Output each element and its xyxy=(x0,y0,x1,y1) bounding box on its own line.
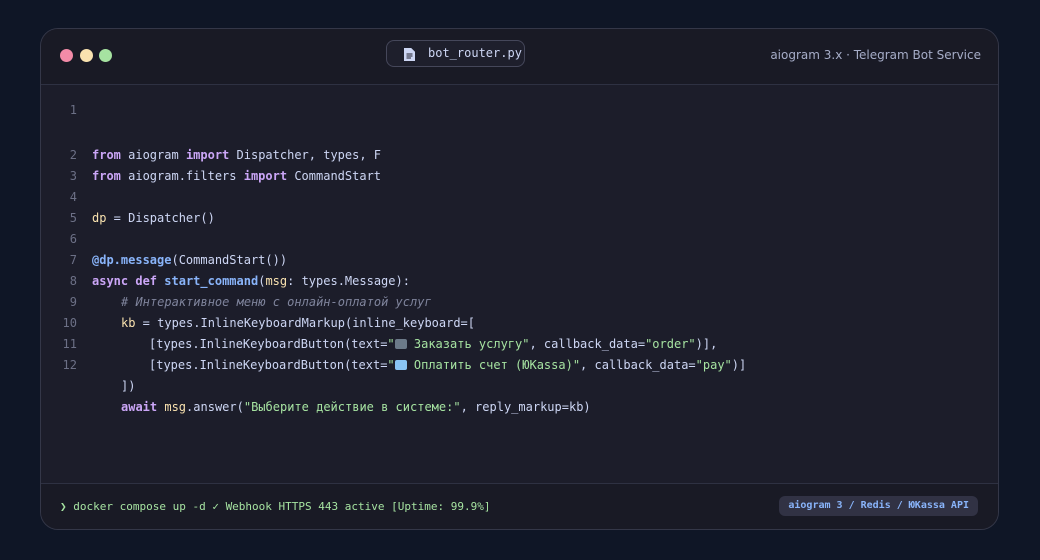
code-window: bot_router.py aiogram 3.x · Telegram Bot… xyxy=(40,28,999,530)
close-button[interactable] xyxy=(60,49,73,62)
code-line: 7 @dp.message(CommandStart()) xyxy=(41,251,998,271)
code-line: 3 from aiogram.filters import CommandSta… xyxy=(41,167,998,187)
shopping-cart-icon xyxy=(394,339,407,349)
code-token: [types.InlineKeyboardButton(text= xyxy=(149,337,388,351)
file-tab[interactable]: bot_router.py xyxy=(386,40,525,67)
code-token: aiogram xyxy=(120,148,186,162)
tab-filename: bot_router.py xyxy=(428,46,522,60)
keyword: import xyxy=(243,169,288,183)
code-token: )], xyxy=(695,337,718,351)
variable: kb xyxy=(121,316,136,330)
window-subtitle: aiogram 3.x · Telegram Bot Service xyxy=(770,48,981,62)
variable: msg xyxy=(164,400,187,414)
string-literal: "pay" xyxy=(695,358,732,372)
code-token: , callback_data= xyxy=(580,358,696,372)
code-token: CommandStart xyxy=(287,169,382,183)
maximize-button[interactable] xyxy=(99,49,112,62)
function-name: start_command xyxy=(164,274,259,288)
code-line: 2 from aiogram import Dispatcher, types,… xyxy=(41,146,998,166)
code-line: await msg.answer("Выберите действие в си… xyxy=(41,398,998,418)
line-number: 8 xyxy=(69,274,77,288)
code-token: .answer( xyxy=(186,400,244,414)
code-token: : types.Message): xyxy=(287,274,410,288)
line-number: 6 xyxy=(69,232,77,246)
keyword: import xyxy=(185,148,230,162)
code-line: 11 [types.InlineKeyboardButton(text=" За… xyxy=(41,335,998,355)
line-number: 1 xyxy=(69,103,77,117)
code-token: Dispatcher, types, F xyxy=(229,148,382,162)
code-token: (CommandStart()) xyxy=(171,253,288,267)
stack-badge: aiogram 3 / Redis / ЮKassa API xyxy=(779,496,978,516)
line-number: 9 xyxy=(69,295,77,309)
code-token: , reply_markup=kb) xyxy=(460,400,591,414)
code-token: [types.InlineKeyboardButton(text= xyxy=(149,358,388,372)
line-number: 2 xyxy=(69,148,77,162)
minimize-button[interactable] xyxy=(80,49,93,62)
code-comment: # Интерактивное меню с онлайн-оплатой ус… xyxy=(121,295,432,309)
title-bar: bot_router.py aiogram 3.x · Telegram Bot… xyxy=(41,29,998,85)
keyword: await xyxy=(121,400,158,414)
code-line: 10 kb = types.InlineKeyboardMarkup(inlin… xyxy=(41,314,998,334)
line-number: 7 xyxy=(69,253,77,267)
string-literal: Заказать услугу" xyxy=(406,337,530,351)
string-literal: " xyxy=(387,337,395,351)
line-number: 5 xyxy=(69,211,77,225)
code-line: 5 dp = Dispatcher() xyxy=(41,209,998,229)
credit-card-icon xyxy=(394,360,407,370)
line-number: 12 xyxy=(62,358,77,372)
string-literal: "Выберите действие в системе:" xyxy=(243,400,461,414)
file-icon xyxy=(404,48,415,61)
code-editor[interactable]: 1 2 from aiogram import Dispatcher, type… xyxy=(41,85,998,485)
keyword: from xyxy=(92,148,121,162)
code-token: aiogram.filters xyxy=(120,169,244,183)
string-literal: " xyxy=(387,358,395,372)
string-literal: "order" xyxy=(645,337,696,351)
parameter: msg xyxy=(265,274,288,288)
code-line: 4 xyxy=(41,188,998,208)
code-line-indented xyxy=(41,122,998,142)
code-line: 6 xyxy=(41,230,998,250)
line-number: 4 xyxy=(69,190,77,204)
line-number: 11 xyxy=(62,337,77,351)
code-token: )] xyxy=(731,358,747,372)
terminal-status: ❯ docker compose up -d ✓ Webhook HTTPS 4… xyxy=(60,500,491,513)
code-line: 12 [types.InlineKeyboardButton(text=" Оп… xyxy=(41,356,998,376)
code-token: = Dispatcher() xyxy=(106,211,215,225)
code-line: 8 async def start_command(msg: types.Mes… xyxy=(41,272,998,292)
keyword: def xyxy=(135,274,158,288)
variable: dp xyxy=(92,211,107,225)
code-token: , callback_data= xyxy=(529,337,646,351)
string-literal: Оплатить счет (ЮKassa)" xyxy=(406,358,581,372)
keyword: async xyxy=(92,274,129,288)
keyword: from xyxy=(92,169,121,183)
decorator: @dp.message xyxy=(92,253,172,267)
status-bar: ❯ docker compose up -d ✓ Webhook HTTPS 4… xyxy=(41,483,998,529)
code-line: 1 xyxy=(41,101,998,121)
code-line: ]) xyxy=(41,377,998,397)
line-number: 10 xyxy=(62,316,77,330)
code-token: = types.InlineKeyboardMarkup(inline_keyb… xyxy=(135,316,476,330)
code-line: 9 # Интерактивное меню с онлайн-оплатой … xyxy=(41,293,998,313)
code-token: ]) xyxy=(121,379,136,393)
line-number: 3 xyxy=(69,169,77,183)
